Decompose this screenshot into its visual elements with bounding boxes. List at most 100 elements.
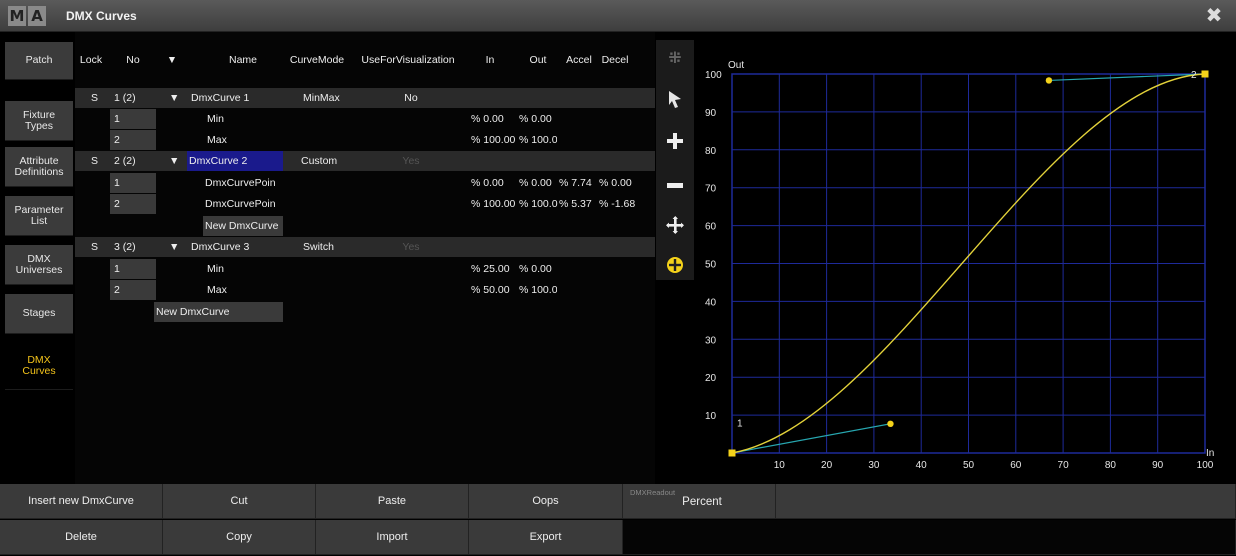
in-cell[interactable]: % 0.00	[469, 173, 519, 193]
x-axis-label: In	[1206, 448, 1214, 459]
logo-letter-a: A	[28, 6, 46, 26]
graph-grid	[731, 73, 1206, 454]
header-name[interactable]: Name	[203, 50, 283, 70]
dmx-readout-value: Percent	[682, 496, 722, 508]
tab-dmx-universes[interactable]: DMX Universes	[5, 245, 73, 285]
lock-cell[interactable]: S	[89, 151, 105, 171]
visualization-cell[interactable]: Yes	[355, 237, 465, 257]
name-cell-selected[interactable]: DmxCurve 2	[187, 151, 283, 171]
header-curvemode[interactable]: CurveMode	[284, 50, 350, 70]
header-no[interactable]: No	[120, 50, 146, 70]
expand-toggle[interactable]: ▼	[167, 88, 181, 108]
name-cell[interactable]: Min	[205, 259, 283, 279]
curves-table: Lock No ▼ Name CurveMode UseForVisualiza…	[75, 32, 655, 484]
out-cell[interactable]: % 0.00	[517, 259, 557, 279]
decel-cell[interactable]: % -1.68	[597, 194, 647, 214]
move-icon[interactable]	[660, 210, 690, 240]
name-cell[interactable]: Max	[205, 280, 283, 300]
tab-dmx-curves[interactable]: DMX Curves	[5, 342, 73, 390]
curve-point-label: 1	[737, 418, 743, 429]
out-cell[interactable]: % 100.0	[517, 194, 559, 214]
in-cell[interactable]: % 25.00	[469, 259, 519, 279]
header-accel[interactable]: Accel	[562, 50, 596, 70]
curvemode-cell[interactable]: Switch	[301, 237, 357, 257]
tab-patch[interactable]: Patch	[5, 42, 73, 80]
in-cell[interactable]: % 0.00	[469, 109, 519, 129]
name-cell[interactable]: Max	[205, 130, 283, 150]
name-cell[interactable]: DmxCurvePoin	[203, 194, 283, 214]
no-cell[interactable]: 1	[112, 173, 156, 193]
out-cell[interactable]: % 100.0	[517, 130, 557, 150]
lock-cell[interactable]: S	[89, 88, 105, 108]
tab-parameter-list[interactable]: Parameter List	[5, 196, 73, 236]
visualization-cell[interactable]: No	[355, 88, 465, 108]
new-curve-cell[interactable]: New DmxCurve	[154, 302, 283, 322]
y-tick-label: 50	[705, 260, 717, 271]
insert-new-dmxcurve-button[interactable]: Insert new DmxCurve	[0, 484, 163, 519]
tab-fixture-types[interactable]: Fixture Types	[5, 101, 73, 141]
visualization-cell[interactable]: Yes	[355, 151, 465, 171]
name-cell[interactable]: Min	[205, 109, 283, 129]
cut-button[interactable]: Cut	[163, 484, 316, 519]
close-icon[interactable]: ✖	[1204, 6, 1224, 26]
header-decel[interactable]: Decel	[598, 50, 632, 70]
name-cell[interactable]: DmxCurvePoin	[203, 173, 283, 193]
graph-toolbar: ⁜	[656, 40, 694, 280]
no-cell[interactable]: 1	[112, 259, 156, 279]
y-axis-ticks: 10 20 30 40 50 60 70 80 90 100	[705, 70, 722, 422]
x-tick-label: 30	[868, 460, 880, 470]
tab-stages[interactable]: Stages	[5, 294, 73, 334]
name-cell[interactable]: DmxCurve 3	[189, 237, 283, 257]
minus-icon[interactable]	[660, 168, 690, 198]
in-cell[interactable]: % 100.00	[469, 130, 519, 150]
no-cell[interactable]: 2 (2)	[112, 151, 156, 171]
curve-handle-point	[887, 420, 894, 428]
curvemode-cell[interactable]: Custom	[299, 151, 355, 171]
x-tick-label: 70	[1058, 460, 1070, 470]
no-cell[interactable]: 2	[112, 130, 156, 150]
tab-attribute-definitions[interactable]: Attribute Definitions	[5, 147, 73, 187]
header-out[interactable]: Out	[526, 50, 550, 70]
out-cell[interactable]: % 0.00	[517, 109, 557, 129]
accel-cell[interactable]: % 7.74	[557, 173, 599, 193]
empty-button-slot	[623, 520, 1236, 555]
no-cell[interactable]: 2	[112, 194, 156, 214]
export-button[interactable]: Export	[469, 520, 623, 555]
center-icon[interactable]	[660, 250, 690, 280]
import-button[interactable]: Import	[316, 520, 469, 555]
plus-icon[interactable]	[660, 126, 690, 156]
grip-icon[interactable]: ⁜	[660, 44, 690, 74]
curve-point-2	[1201, 70, 1209, 78]
accel-cell[interactable]: % 5.37	[557, 194, 599, 214]
copy-button[interactable]: Copy	[163, 520, 316, 555]
lock-cell[interactable]: S	[89, 237, 105, 257]
in-cell[interactable]: % 100.00	[469, 194, 519, 214]
pointer-icon[interactable]	[660, 84, 690, 114]
x-tick-label: 60	[1010, 460, 1022, 470]
curve-graph[interactable]: 10 20 30 40 50 60 70 80 90 100 10 20 30 40 50 60 70 80 90…	[700, 40, 1230, 470]
delete-button[interactable]: Delete	[0, 520, 163, 555]
expand-toggle[interactable]: ▼	[167, 237, 181, 257]
curvemode-cell[interactable]: MinMax	[301, 88, 357, 108]
decel-cell[interactable]: % 0.00	[597, 173, 643, 193]
out-cell[interactable]: % 100.0	[517, 280, 557, 300]
name-cell[interactable]: DmxCurve 1	[189, 88, 283, 108]
header-in[interactable]: In	[479, 50, 501, 70]
in-cell[interactable]: % 50.00	[469, 280, 519, 300]
expand-toggle[interactable]: ▼	[167, 151, 181, 171]
out-cell[interactable]: % 0.00	[517, 173, 559, 193]
no-cell[interactable]: 3 (2)	[112, 237, 156, 257]
header-lock[interactable]: Lock	[78, 50, 104, 70]
header-useforvisualization[interactable]: UseForVisualization	[352, 50, 464, 70]
no-cell[interactable]: 2	[112, 280, 156, 300]
oops-button[interactable]: Oops	[469, 484, 623, 519]
x-tick-label: 80	[1105, 460, 1117, 470]
paste-button[interactable]: Paste	[316, 484, 469, 519]
header-expand[interactable]: ▼	[165, 50, 179, 70]
y-tick-label: 20	[705, 373, 717, 384]
no-cell[interactable]: 1 (2)	[112, 88, 156, 108]
no-cell[interactable]: 1	[112, 109, 156, 129]
x-tick-label: 50	[963, 460, 975, 470]
new-curvepoint-cell[interactable]: New DmxCurve	[203, 216, 283, 236]
y-axis-label: Out	[728, 60, 744, 71]
